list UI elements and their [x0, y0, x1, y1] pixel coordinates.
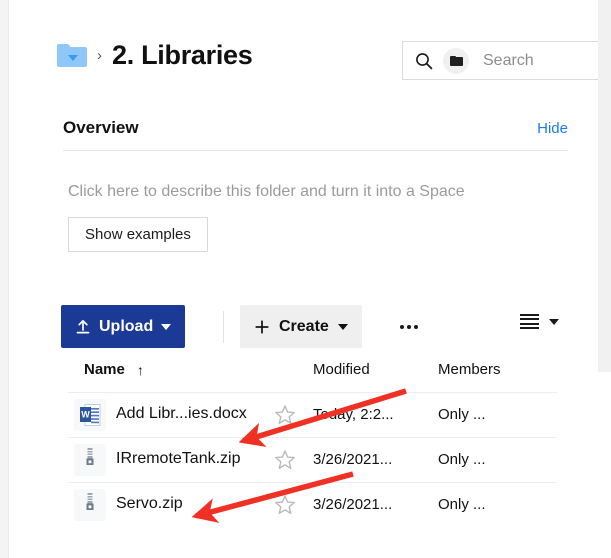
folder-page: › 2. Libraries Overview Hide Click here …	[9, 0, 611, 558]
upload-arrow-icon	[76, 319, 90, 333]
table-row[interactable]: Servo.zip 3/26/2021... Only ...	[68, 483, 557, 527]
search-icon	[416, 52, 433, 69]
show-examples-button[interactable]: Show examples	[68, 217, 208, 252]
breadcrumb-separator: ›	[97, 47, 102, 64]
dot	[414, 325, 418, 329]
chevron-down-icon	[161, 323, 172, 330]
search-input[interactable]	[483, 51, 611, 70]
breadcrumb: › 2. Libraries	[57, 40, 253, 71]
plus-icon	[255, 320, 269, 333]
file-name[interactable]: Servo.zip	[116, 495, 183, 513]
create-button[interactable]: Create	[240, 305, 362, 348]
upload-button[interactable]: Upload	[61, 305, 186, 348]
file-table: Name ↑ Modified Members W Add Libr...ies…	[9, 356, 611, 527]
view-mode-button[interactable]	[514, 313, 565, 330]
chevron-down-icon	[549, 318, 559, 325]
table-row[interactable]: W Add Libr...ies.docx Today, 2:2... Only…	[68, 393, 557, 438]
dot	[400, 325, 404, 329]
chevron-down-icon	[337, 323, 348, 330]
left-gutter-strip	[0, 0, 9, 558]
star-outline-icon[interactable]	[274, 449, 296, 471]
file-modified: Today, 2:2...	[313, 406, 394, 423]
toolbar-divider	[223, 311, 224, 343]
search-scope-folder-icon[interactable]	[443, 47, 469, 74]
star-outline-icon[interactable]	[274, 404, 296, 426]
search-box[interactable]	[402, 41, 611, 80]
scrollbar-thumb[interactable]	[598, 0, 611, 372]
overview-title: Overview	[63, 118, 139, 137]
star-outline-icon[interactable]	[274, 494, 296, 516]
file-members: Only ...	[438, 451, 486, 468]
file-name[interactable]: Add Libr...ies.docx	[116, 405, 247, 423]
upload-button-label: Upload	[99, 317, 154, 335]
sort-ascending-icon: ↑	[136, 361, 144, 378]
column-header-name[interactable]: Name ↑	[84, 361, 144, 378]
file-modified: 3/26/2021...	[313, 496, 393, 513]
more-options-button[interactable]	[392, 313, 426, 341]
file-members: Only ...	[438, 496, 486, 513]
list-view-icon	[520, 314, 539, 329]
dot	[407, 325, 411, 329]
zip-archive-icon	[74, 489, 106, 521]
column-header-name-label: Name	[84, 361, 125, 378]
table-row[interactable]: IRremoteTank.zip 3/26/2021... Only ...	[68, 438, 557, 483]
hide-overview-link[interactable]: Hide	[537, 120, 568, 137]
folder-dropdown-icon[interactable]	[57, 44, 87, 67]
zip-archive-icon	[74, 444, 106, 476]
file-modified: 3/26/2021...	[313, 451, 393, 468]
table-header-row: Name ↑ Modified Members	[68, 356, 557, 393]
file-name[interactable]: IRremoteTank.zip	[116, 450, 241, 468]
overview-description-placeholder[interactable]: Click here to describe this folder and t…	[68, 183, 465, 201]
page-title: 2. Libraries	[112, 40, 253, 70]
page-header: › 2. Libraries	[9, 0, 611, 104]
file-members: Only ...	[438, 406, 486, 423]
column-header-modified[interactable]: Modified	[313, 361, 370, 378]
overview-header: Overview Hide	[63, 118, 568, 151]
column-header-members[interactable]: Members	[438, 361, 501, 378]
right-scroll-strip[interactable]	[598, 0, 611, 558]
create-button-label: Create	[279, 317, 329, 335]
word-document-icon: W	[74, 399, 106, 431]
svg-text:W: W	[81, 410, 90, 420]
file-toolbar: Upload Create	[9, 305, 611, 349]
